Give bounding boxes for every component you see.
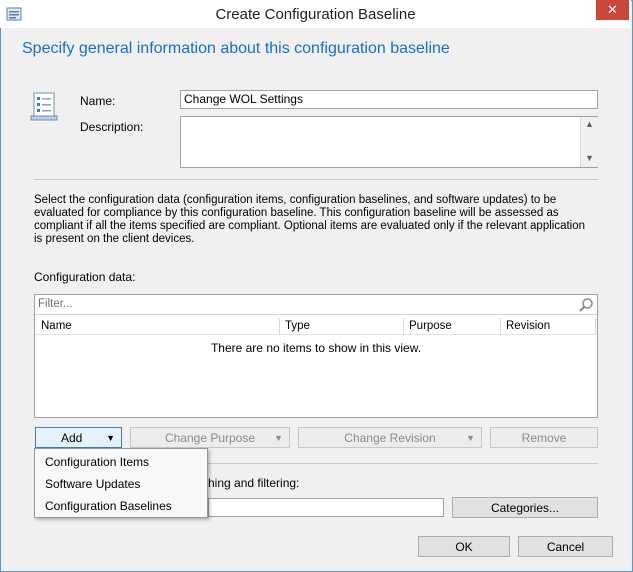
config-data-label: Configuration data: (34, 270, 136, 284)
change-revision-label: Change Revision (344, 431, 436, 445)
scroll-up-icon[interactable]: ▲ (585, 119, 594, 129)
divider (208, 463, 598, 464)
title-bar[interactable]: Create Configuration Baseline ✕ (0, 0, 631, 28)
column-header-name[interactable]: Name (36, 318, 280, 334)
scroll-down-icon[interactable]: ▼ (585, 153, 594, 163)
description-label: Description: (80, 120, 144, 134)
menu-item-software-updates[interactable]: Software Updates (45, 477, 140, 491)
add-button-label: Add (61, 431, 83, 445)
column-header-purpose[interactable]: Purpose (404, 318, 501, 334)
empty-view-text: There are no items to show in this view. (210, 341, 422, 355)
name-label: Name: (80, 94, 116, 108)
baseline-icon (30, 92, 58, 121)
close-icon: ✕ (607, 2, 618, 17)
filter-input[interactable]: Filter... (35, 295, 597, 315)
chevron-down-icon: ▼ (466, 433, 475, 443)
description-scrollbar[interactable]: ▲ ▼ (580, 117, 598, 167)
filter-placeholder: Filter... (38, 298, 73, 310)
column-header-revision[interactable]: Revision (501, 318, 596, 334)
add-button[interactable]: Add ▼ (35, 427, 122, 448)
categories-label: hing and filtering: (208, 476, 300, 490)
change-revision-button[interactable]: Change Revision ▼ (298, 427, 482, 448)
column-header-type[interactable]: Type (280, 318, 404, 334)
description-input[interactable] (180, 116, 598, 168)
menu-item-configuration-items[interactable]: Configuration Items (45, 455, 149, 469)
chevron-down-icon: ▼ (106, 433, 115, 443)
search-icon[interactable] (578, 297, 594, 313)
categories-field[interactable] (208, 498, 444, 517)
divider (34, 179, 598, 180)
ok-button[interactable]: OK (418, 536, 510, 557)
menu-item-configuration-baselines[interactable]: Configuration Baselines (45, 499, 172, 513)
categories-button[interactable]: Categories... (452, 497, 598, 518)
cancel-button[interactable]: Cancel (518, 536, 613, 557)
name-input[interactable]: Change WOL Settings (180, 90, 598, 109)
close-button[interactable]: ✕ (596, 0, 629, 20)
add-dropdown-menu: Configuration Items Software Updates Con… (34, 448, 208, 518)
change-purpose-button[interactable]: Change Purpose ▼ (130, 427, 290, 448)
window-title: Create Configuration Baseline (215, 6, 416, 23)
change-purpose-label: Change Purpose (164, 431, 256, 445)
info-text: Select the configuration data (configura… (34, 194, 586, 245)
header-divider (35, 334, 597, 335)
chevron-down-icon: ▼ (274, 433, 283, 443)
remove-button[interactable]: Remove (490, 427, 598, 448)
page-heading: Specify general information about this c… (22, 40, 450, 57)
